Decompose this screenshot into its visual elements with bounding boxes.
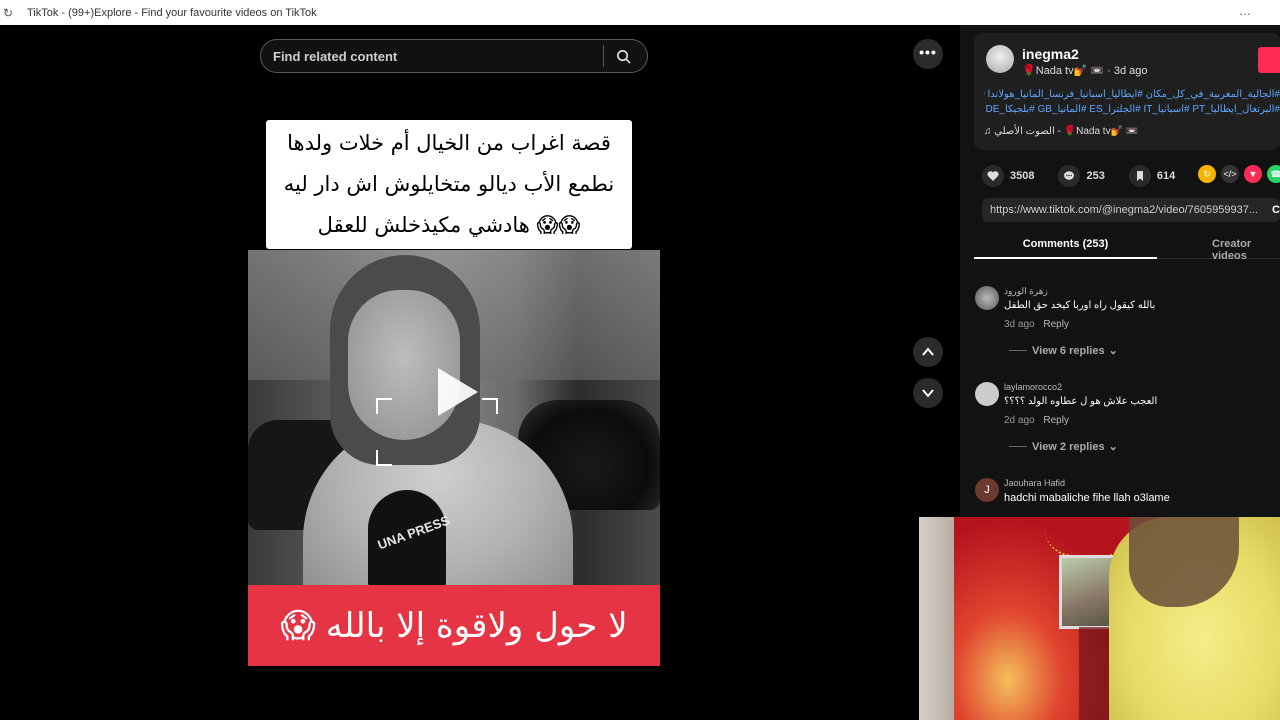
chevron-up-icon	[922, 347, 934, 356]
copy-link-button[interactable]: C	[1272, 198, 1280, 222]
comment-author[interactable]: زهرة الورود	[1004, 286, 1048, 297]
hashtags-line-1[interactable]: #الجالية_المغربية_في_كل_مكان #ايطاليا_اس…	[984, 87, 1280, 102]
whatsapp-icon[interactable]: ☎	[1267, 165, 1280, 183]
caption-line-1: قصة اغراب من الخيال أم خلات ولدها	[287, 131, 611, 155]
webcam-left-wall	[919, 517, 954, 720]
hashtags[interactable]: #الجالية_المغربية_في_كل_مكان #ايطاليا_اس…	[984, 87, 1280, 117]
chevron-down-icon: ⌄	[1108, 345, 1118, 357]
page-stage: قصة اغراب من الخيال أم خلات ولدها نطمع ا…	[0, 25, 1280, 720]
comment-avatar[interactable]	[975, 382, 999, 406]
more-options-button[interactable]: •••	[913, 39, 943, 69]
shocked-emoji-icon: 😱	[280, 605, 316, 646]
like-count: 3508	[1010, 170, 1035, 182]
banner-text: لا حول ولاقوة إلا بالله	[325, 605, 628, 646]
post-info-card: inegma2 🌹Nada tv💅 📼 · 3d ago #الجالية_ال…	[974, 33, 1280, 150]
comment-author[interactable]: laylamorocco2	[1004, 382, 1062, 392]
comment-time: 3d ago	[1004, 319, 1035, 330]
previous-video-button[interactable]	[913, 337, 943, 367]
comment-author[interactable]: Jaouhara Hafid	[1004, 478, 1065, 488]
comment-count: 253	[1086, 170, 1105, 182]
bookmark-icon	[1128, 165, 1151, 187]
share-buttons: ↻ </> ▼ ☎	[1198, 165, 1280, 183]
video-caption-overlay: قصة اغراب من الخيال أم خلات ولدها نطمع ا…	[266, 120, 632, 249]
woman-face	[348, 290, 460, 440]
webcam-overlay	[919, 517, 1280, 720]
ellipsis-icon[interactable]: …	[1239, 4, 1252, 18]
video-player[interactable]: قصة اغراب من الخيال أم خلات ولدها نطمع ا…	[248, 25, 660, 720]
username[interactable]: inegma2	[1022, 46, 1079, 62]
heart-icon	[982, 165, 1004, 187]
tab-creator-videos[interactable]: Creator videos	[1212, 238, 1280, 262]
chevron-down-icon	[922, 389, 934, 398]
focus-corner-icon	[482, 398, 498, 414]
search-icon[interactable]	[604, 49, 642, 64]
caption-line-3: 😱😱 هادشي مكيذخلش للعقل	[317, 213, 581, 237]
view-replies-label: View 2 replies	[1032, 440, 1105, 453]
search-input[interactable]	[273, 48, 603, 64]
hashtags-line-2[interactable]: #البرتغال_ايطاليا_PT #اسبانيا_IT #الجلتر…	[984, 102, 1280, 117]
tab-comments[interactable]: Comments (253)	[974, 238, 1157, 259]
video-frame[interactable]: UNA PRESS	[248, 250, 660, 585]
reply-button[interactable]: Reply	[1043, 319, 1069, 330]
focus-corner-icon	[376, 398, 392, 414]
view-replies-button[interactable]: View 6 replies ⌄	[1009, 344, 1118, 357]
panel-tabs: Comments (253) Creator videos	[974, 233, 1280, 262]
video-bottom-banner: لا حول ولاقوة إلا بالله 😱	[248, 585, 660, 666]
comment-meta: 3d ago Reply	[1004, 319, 1069, 330]
send-icon[interactable]: ▼	[1244, 165, 1262, 183]
next-video-button[interactable]	[913, 378, 943, 408]
search-bar[interactable]	[260, 39, 648, 73]
like-button[interactable]: 3508	[982, 165, 1034, 187]
comment-time: 2d ago	[1004, 415, 1035, 426]
comment-avatar[interactable]	[975, 286, 999, 310]
reply-button[interactable]: Reply	[1043, 415, 1069, 426]
comment-text: hadchi mabaliche fihe llah o3lame	[1004, 492, 1170, 504]
focus-corner-icon	[376, 450, 392, 466]
chevron-down-icon: ⌄	[1108, 441, 1118, 453]
comment-text: بالله كيقول راه اوربا كيخد حق الطفل	[1004, 300, 1156, 311]
view-replies-button[interactable]: View 2 replies ⌄	[1009, 440, 1118, 453]
post-meta: 🌹Nada tv💅 📼 · 3d ago	[1022, 65, 1148, 77]
comment-meta: 2d ago Reply	[1004, 415, 1069, 426]
embed-icon[interactable]: </>	[1221, 165, 1239, 183]
comment-text: العجب علاش هو ل عطاوه الولد ؟؟؟؟	[1004, 396, 1158, 407]
comment-button[interactable]: 253	[1058, 165, 1105, 187]
caption-line-2: نطمع الأب ديالو متخايلوش اش دار ليه	[283, 172, 615, 196]
comment-bubble-icon	[1058, 165, 1081, 187]
video-url-text: https://www.tiktok.com/@inegma2/video/76…	[990, 204, 1258, 216]
repost-icon[interactable]: ↻	[1198, 165, 1216, 183]
save-count: 614	[1156, 170, 1176, 182]
view-replies-label: View 6 replies	[1032, 344, 1105, 357]
reload-icon[interactable]: ↻	[3, 6, 21, 20]
browser-title-bar: ↻ TikTok - (99+)Explore - Find your favo…	[0, 0, 1280, 25]
music-link[interactable]: ♫ الصوت الأصلي - 🌹Nada tv💅 📼	[984, 126, 1138, 137]
comment-avatar[interactable]: J	[975, 478, 999, 502]
divider-line	[1009, 350, 1027, 351]
browser-tab-title: TikTok - (99+)Explore - Find your favour…	[27, 6, 317, 19]
play-icon[interactable]	[438, 368, 478, 416]
save-button[interactable]: 614	[1128, 165, 1176, 187]
engagement-stats: 3508 253 614	[982, 165, 1199, 187]
follow-button[interactable]	[1258, 47, 1280, 73]
avatar[interactable]	[986, 45, 1014, 73]
video-url-field[interactable]: https://www.tiktok.com/@inegma2/video/76…	[982, 198, 1280, 222]
divider-line	[1009, 446, 1027, 447]
